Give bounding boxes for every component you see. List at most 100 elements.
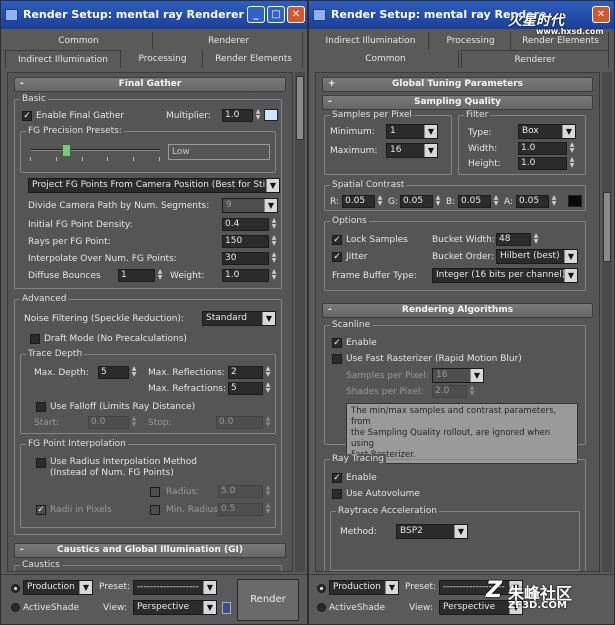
- tab-indirect-illumination[interactable]: Indirect Illumination: [5, 50, 121, 68]
- group-caustics: Caustics: [14, 560, 282, 571]
- min-radius-checkbox[interactable]: [150, 505, 160, 515]
- tab-renderer[interactable]: Renderer: [155, 32, 303, 50]
- rays-per-fg-point-spinner[interactable]: 150 ▲ ▼: [222, 235, 278, 248]
- tab-indirect-illumination[interactable]: Indirect Illumination: [313, 32, 429, 50]
- max-reflections-spinner[interactable]: 2 ▲ ▼: [228, 366, 272, 379]
- lock-samples-checkbox[interactable]: ✓: [332, 235, 342, 245]
- rollout-sampling-quality[interactable]: - Sampling Quality: [322, 95, 593, 110]
- production-mode-dropdown[interactable]: Production ▼: [23, 580, 93, 595]
- use-radius-interpolation-checkbox[interactable]: [36, 458, 46, 468]
- rollout-caustics-gi[interactable]: - Caustics and Global Illumination (GI): [14, 543, 286, 558]
- radius-checkbox[interactable]: [150, 487, 160, 497]
- scrollbar-thumb[interactable]: [296, 76, 304, 140]
- maximize-button[interactable]: □: [267, 6, 285, 23]
- falloff-start-spinner[interactable]: 0.0 ▲ ▼: [88, 416, 138, 429]
- vertical-scrollbar[interactable]: [602, 72, 612, 572]
- vertical-scrollbar[interactable]: [295, 72, 305, 572]
- diffuse-bounces-spinner[interactable]: 1 ▲ ▼: [118, 269, 164, 282]
- chevron-down-icon[interactable]: ▼: [454, 525, 467, 538]
- chevron-down-icon[interactable]: ▼: [562, 125, 575, 138]
- maximum-samples-dropdown[interactable]: 16 ▼: [386, 143, 438, 158]
- acceleration-method-dropdown[interactable]: BSP2 ▼: [396, 524, 468, 539]
- fast-rasterizer-checkbox[interactable]: [332, 354, 342, 364]
- rollout-final-gather[interactable]: - Final Gather: [14, 77, 286, 92]
- min-radius-spinner[interactable]: 0.5 ▲ ▼: [218, 503, 272, 516]
- use-autovolume-checkbox[interactable]: [332, 489, 342, 499]
- slider-knob[interactable]: [62, 144, 71, 157]
- contrast-color-swatch[interactable]: [568, 195, 582, 207]
- multiplier-spinner[interactable]: 1.0 ▲ ▼: [222, 109, 262, 122]
- chevron-down-icon[interactable]: ▼: [424, 144, 437, 157]
- chevron-down-icon[interactable]: ▼: [564, 269, 577, 282]
- minimum-samples-dropdown[interactable]: 1 ▼: [386, 124, 438, 139]
- contrast-b-spinner[interactable]: 0.05 ▲ ▼: [458, 195, 500, 208]
- falloff-stop-spinner[interactable]: 0.0 ▲ ▼: [216, 416, 272, 429]
- title-bar[interactable]: Render Setup: mental ray Renderer _ □ ✕: [1, 1, 307, 29]
- radius-spinner[interactable]: 5.0 ▲ ▼: [218, 485, 272, 498]
- production-radio[interactable]: [317, 584, 326, 593]
- chevron-down-icon[interactable]: ▼: [262, 312, 275, 325]
- tab-processing[interactable]: Processing: [431, 32, 511, 50]
- filter-width-spinner[interactable]: 1.0 ▲ ▼: [518, 142, 576, 155]
- chevron-down-icon[interactable]: ▼: [203, 581, 216, 594]
- radii-in-pixels-checkbox[interactable]: ✓: [36, 505, 46, 515]
- tab-common[interactable]: Common: [313, 50, 459, 68]
- chevron-down-icon[interactable]: ▼: [385, 581, 398, 594]
- draft-mode-checkbox[interactable]: [30, 334, 40, 344]
- contrast-a-spinner[interactable]: 0.05 ▲ ▼: [516, 195, 558, 208]
- filter-height-spinner[interactable]: 1.0 ▲ ▼: [518, 157, 576, 170]
- activeshade-radio[interactable]: [11, 603, 20, 612]
- contrast-r-spinner[interactable]: 0.05 ▲ ▼: [342, 195, 384, 208]
- fg-projection-mode-dropdown[interactable]: Project FG Points From Camera Position (…: [28, 178, 280, 193]
- contrast-g-spinner[interactable]: 0.05 ▲ ▼: [400, 195, 442, 208]
- initial-fg-density-spinner[interactable]: 0.4 ▲ ▼: [222, 218, 278, 231]
- chevron-down-icon[interactable]: ▼: [79, 581, 92, 594]
- jitter-checkbox[interactable]: ✓: [332, 252, 342, 262]
- scanline-enable-checkbox[interactable]: ✓: [332, 338, 342, 348]
- production-mode-dropdown[interactable]: Production ▼: [329, 580, 399, 595]
- multiplier-color-swatch[interactable]: [264, 109, 278, 121]
- title-bar[interactable]: Render Setup: mental ray Rendere ✕: [309, 1, 614, 29]
- bucket-order-dropdown[interactable]: Hilbert (best) ▼: [496, 249, 578, 264]
- production-radio[interactable]: [11, 584, 20, 593]
- close-button[interactable]: ✕: [287, 6, 305, 23]
- weight-spinner[interactable]: 1.0 ▲ ▼: [222, 269, 278, 282]
- close-button[interactable]: ✕: [592, 6, 610, 23]
- noise-filtering-dropdown[interactable]: Standard ▼: [202, 311, 276, 326]
- chevron-down-icon[interactable]: ▼: [264, 199, 277, 212]
- bucket-width-spinner[interactable]: 48 ▲ ▼: [496, 233, 540, 246]
- max-refractions-spinner[interactable]: 5 ▲ ▼: [228, 382, 272, 395]
- chevron-down-icon[interactable]: ▼: [203, 601, 216, 614]
- rollout-rendering-algorithms[interactable]: - Rendering Algorithms: [322, 303, 593, 318]
- settings-panel[interactable]: - Final Gather Basic ✓ Enable Final Gath…: [7, 72, 293, 572]
- chevron-down-icon[interactable]: ▼: [564, 250, 577, 263]
- frame-buffer-type-dropdown[interactable]: Integer (16 bits per channel) ▼: [432, 268, 578, 283]
- minimize-button[interactable]: _: [247, 6, 265, 23]
- tab-processing[interactable]: Processing: [123, 50, 203, 68]
- preset-dropdown[interactable]: ------------------- ▼: [133, 580, 217, 595]
- use-falloff-checkbox[interactable]: [36, 402, 46, 412]
- tab-renderer[interactable]: Renderer: [461, 50, 609, 68]
- fg-precision-slider[interactable]: [30, 143, 160, 163]
- settings-panel[interactable]: + Global Tuning Parameters - Sampling Qu…: [315, 72, 600, 572]
- chevron-down-icon[interactable]: ▼: [266, 179, 279, 192]
- ray-tracing-enable-checkbox[interactable]: ✓: [332, 473, 342, 483]
- tab-render-elements[interactable]: Render Elements: [205, 50, 303, 68]
- rollout-global-tuning[interactable]: + Global Tuning Parameters: [322, 77, 593, 92]
- filter-type-dropdown[interactable]: Box ▼: [518, 124, 576, 139]
- chevron-down-icon[interactable]: ▼: [424, 125, 437, 138]
- fast-raster-samples-dropdown[interactable]: 16 ▼: [432, 368, 484, 383]
- enable-final-gather-checkbox[interactable]: ✓: [22, 111, 32, 121]
- lock-icon[interactable]: [222, 602, 231, 614]
- scrollbar-thumb[interactable]: [603, 192, 611, 262]
- max-depth-spinner[interactable]: 5 ▲ ▼: [98, 366, 138, 379]
- divide-segments-dropdown[interactable]: 9 ▼: [222, 198, 278, 213]
- chevron-down-icon[interactable]: ▼: [470, 369, 483, 382]
- render-button[interactable]: Render: [237, 579, 299, 621]
- watermark-url-top: www.hxsd.com: [536, 27, 604, 36]
- interpolate-fg-points-spinner[interactable]: 30 ▲ ▼: [222, 252, 278, 265]
- view-dropdown[interactable]: Perspective ▼: [133, 600, 217, 615]
- activeshade-radio[interactable]: [317, 603, 326, 612]
- shades-per-pixel-spinner[interactable]: 2.0 ▲ ▼: [432, 385, 476, 398]
- tab-common[interactable]: Common: [5, 32, 153, 50]
